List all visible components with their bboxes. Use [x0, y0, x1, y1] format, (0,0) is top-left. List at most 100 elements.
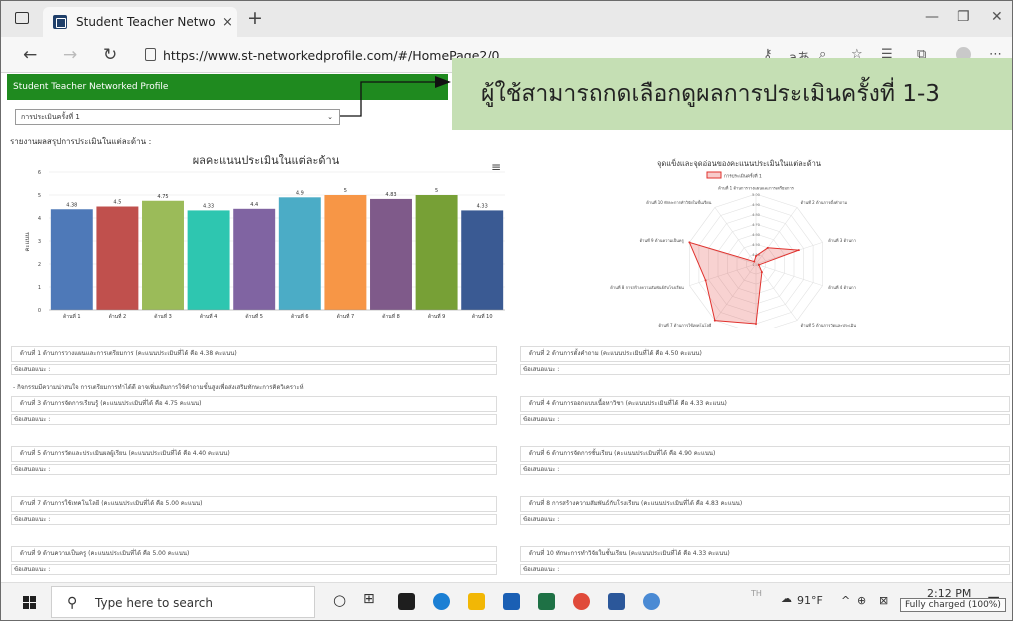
- bar-value-label: 4.83: [385, 192, 396, 198]
- radar-axis-label: ด้านที่ 7 ด้านการใช้เทคโนโลยี: [658, 323, 711, 328]
- assessment-round-select[interactable]: การประเมินครั้งที่ 1 ⌄: [15, 109, 340, 125]
- language-indicator[interactable]: TH: [751, 589, 762, 598]
- weather-temp[interactable]: 91°F: [797, 594, 823, 607]
- tray-app-icon[interactable]: ⊕: [857, 594, 866, 607]
- bar-3: [142, 200, 184, 310]
- suggestion-field-9[interactable]: ข้อเสนอแนะ :: [11, 564, 497, 575]
- y-tick-label: 3: [38, 239, 41, 245]
- panel-title-9: ด้านที่ 9 ด้านความเป็นครู (คะแนนประเมินท…: [11, 546, 497, 562]
- bar-value-label: 5: [344, 188, 347, 194]
- bar-value-label: 4.38: [66, 202, 77, 208]
- suggestion-field-4[interactable]: ข้อเสนอแนะ :: [520, 414, 1010, 425]
- weather-icon[interactable]: ☁: [781, 592, 792, 605]
- x-tick-label: ด้านที่ 5: [245, 313, 263, 320]
- browser-tab[interactable]: Student Teacher Networked Prof ×: [43, 7, 237, 37]
- radar-axis-label: ด้านที่ 5 ด้านการวัดและประเมินผลผู้เรียน: [801, 323, 856, 328]
- edge-icon[interactable]: [433, 593, 450, 610]
- show-hidden-icons-icon[interactable]: ^: [841, 594, 850, 607]
- radar-point: [753, 260, 756, 263]
- chrome-icon[interactable]: [573, 593, 590, 610]
- store-icon[interactable]: [398, 593, 415, 610]
- panel-title-8: ด้านที่ 8 การสร้างความสัมพันธ์กับโรงเรีย…: [520, 496, 1010, 512]
- bar-10: [461, 210, 504, 310]
- radar-point: [760, 271, 763, 274]
- radar-point: [797, 249, 800, 252]
- radar-series-area: [688, 241, 799, 325]
- bar-chart-title: ผลคะแนนประเมินในแต่ละด้าน: [193, 154, 340, 167]
- suggestion-note: - กิจกรรมมีความน่าสนใจ การเตรียมการทำได้…: [13, 384, 304, 391]
- bar-2: [96, 206, 139, 310]
- minimize-icon[interactable]: —: [925, 9, 939, 25]
- suggestion-field-5[interactable]: ข้อเสนอแนะ :: [11, 464, 497, 475]
- x-tick-label: ด้านที่ 1: [63, 313, 81, 320]
- bar-value-label: 4.5: [113, 200, 121, 206]
- suggestion-field-10[interactable]: ข้อเสนอแนะ :: [520, 564, 1010, 575]
- bar-value-label: 4.9: [296, 190, 304, 196]
- panel-title-10: ด้านที่ 10 ทักษะการทำวิจัยในชั้นเรียน (ค…: [520, 546, 1010, 562]
- cortana-icon[interactable]: ○: [333, 591, 346, 609]
- screen: Student Teacher Networked Prof × + — ❐ ✕…: [0, 0, 1013, 621]
- bar-7: [324, 195, 367, 310]
- radar-axis-label: ด้านที่ 10 ทักษะการทำวิจัยในชั้นเรียน: [646, 198, 711, 205]
- radar-axis-label: ด้านที่ 4 ด้านการออกแบบเนื้อหาวิชา: [828, 283, 856, 290]
- restore-icon[interactable]: ❐: [957, 9, 970, 25]
- search-placeholder: Type here to search: [95, 596, 213, 610]
- windows-start-icon[interactable]: [23, 596, 36, 609]
- radar-point: [755, 255, 757, 257]
- chevron-down-icon: ⌄: [327, 113, 333, 121]
- panel-title-3: ด้านที่ 3 ด้านการจัดการเรียนรู้ (คะแนนปร…: [11, 396, 497, 412]
- close-window-icon[interactable]: ✕: [991, 9, 1003, 25]
- suggestion-field-6[interactable]: ข้อเสนอแนะ :: [520, 464, 1010, 475]
- mail-icon[interactable]: [503, 593, 520, 610]
- tab-title: Student Teacher Networked Prof: [76, 15, 216, 29]
- lock-icon[interactable]: [145, 48, 156, 61]
- radar-chart: จุดแข็งและจุดอ่อนของคะแนนประเมินในแต่ละด…: [610, 158, 856, 328]
- radar-spoke: [755, 263, 823, 286]
- tray-notify-icon[interactable]: ⊠: [879, 594, 888, 607]
- y-tick-label: 2: [38, 262, 41, 268]
- x-tick-label: ด้านที่ 3: [154, 313, 172, 320]
- radar-point: [757, 263, 760, 266]
- y-tick-label: 5: [38, 193, 41, 199]
- suggestion-field-2[interactable]: ข้อเสนอแนะ :: [520, 364, 1010, 375]
- forward-icon[interactable]: →: [63, 45, 77, 65]
- suggestion-field-3[interactable]: ข้อเสนอแนะ :: [11, 414, 497, 425]
- taskbar-search-box[interactable]: ⚲ Type here to search: [51, 586, 315, 618]
- radar-axis-label: ด้านที่ 2 ด้านการตั้งคำถาม: [801, 198, 848, 205]
- suggestion-field-7[interactable]: ข้อเสนอแนะ :: [11, 514, 497, 525]
- new-tab-icon[interactable]: +: [247, 7, 263, 29]
- y-tick-label: 1: [38, 285, 41, 291]
- panel-title-4: ด้านที่ 4 ด้านการออกแบบเนื้อหาวิชา (คะแน…: [520, 396, 1010, 412]
- radar-axis-label: ด้านที่ 3 ด้านการจัดการเรียนรู้: [828, 238, 856, 244]
- bar-6: [278, 197, 321, 310]
- bar-value-label: 4.75: [157, 194, 168, 200]
- battery-tooltip: Fully charged (100%): [900, 598, 1006, 612]
- bar-value-label: 4.33: [203, 203, 214, 209]
- file-explorer-icon[interactable]: [468, 593, 485, 610]
- site-favicon-icon: [53, 15, 67, 29]
- suggestion-field-8[interactable]: ข้อเสนอแนะ :: [520, 514, 1010, 525]
- x-tick-label: ด้านที่ 10: [472, 313, 493, 320]
- refresh-icon[interactable]: ↻: [103, 45, 117, 65]
- tab-actions-icon[interactable]: [15, 12, 29, 24]
- chart-menu-icon[interactable]: ≡: [491, 160, 501, 174]
- excel-icon[interactable]: [538, 593, 555, 610]
- radar-axis-label: ด้านที่ 8 การสร้างความสัมพันธ์กับโรงเรีย…: [610, 285, 684, 290]
- panel-title-5: ด้านที่ 5 ด้านการวัดและประเมินผลผู้เรียน…: [11, 446, 497, 462]
- radar-point: [713, 319, 716, 322]
- back-icon[interactable]: ←: [23, 45, 37, 65]
- word-icon[interactable]: [608, 593, 625, 610]
- bar-value-label: 5: [435, 188, 438, 194]
- address-bar[interactable]: https://www.st-networkedprofile.com/#/Ho…: [163, 48, 500, 63]
- panel-title-1: ด้านที่ 1 ด้านการวางแผนและการเตรียมการ (…: [11, 346, 497, 362]
- suggestion-field-1[interactable]: ข้อเสนอแนะ :: [11, 364, 497, 375]
- network-globe-icon[interactable]: [643, 593, 660, 610]
- task-view-icon[interactable]: ⊞: [363, 591, 375, 607]
- y-tick-label: 6: [38, 170, 41, 176]
- browser-tab-strip: Student Teacher Networked Prof × + — ❐ ✕: [1, 1, 1012, 37]
- bar-8: [370, 198, 412, 310]
- tab-close-icon[interactable]: ×: [222, 15, 233, 30]
- bar-value-label: 4.4: [250, 202, 258, 208]
- radar-legend-swatch: [706, 171, 722, 179]
- radar-axis-label: ด้านที่ 9 ด้านความเป็นครู: [640, 237, 685, 244]
